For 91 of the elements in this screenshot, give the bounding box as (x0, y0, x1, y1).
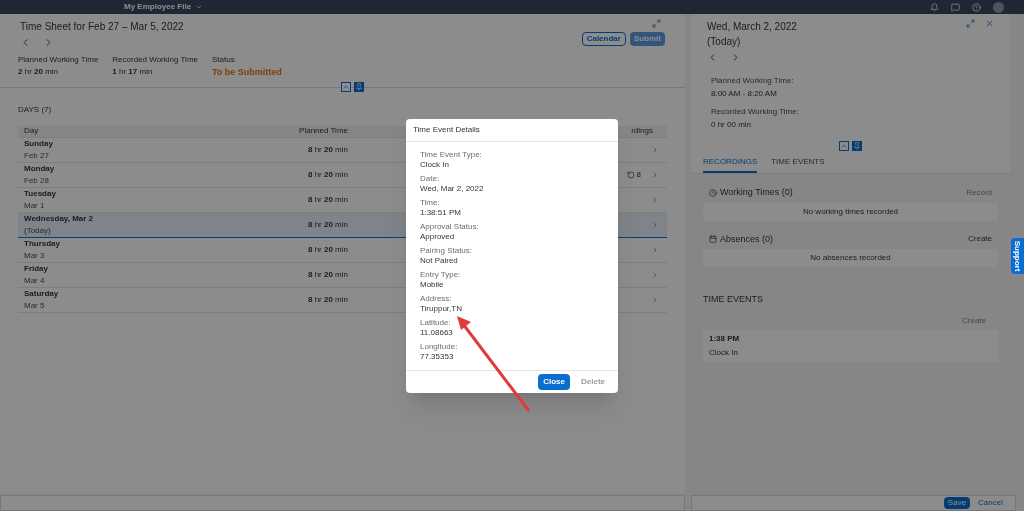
day-name: Sunday (24, 139, 54, 148)
section-action[interactable]: Create (968, 233, 992, 246)
day-name: Monday (24, 164, 56, 173)
planned-time: 8 hr 20 min (306, 220, 348, 229)
dialog-title: Time Event Details (406, 119, 618, 142)
day-name: Tuesday (24, 189, 57, 198)
summary-label: Planned Working Time (18, 54, 99, 66)
recordings-count: 8 (636, 170, 641, 179)
field-value: Mobile (420, 280, 445, 290)
collapse-header-icon[interactable] (839, 141, 849, 151)
caret-icon (195, 3, 204, 11)
field-value: 0 hr 00 min (711, 119, 753, 131)
row-chevron-icon[interactable] (651, 295, 659, 304)
tab[interactable]: TIME EVENTS (771, 153, 825, 173)
recording-icon (626, 170, 635, 179)
field-value: 77.35353 (420, 352, 455, 362)
row-chevron-icon[interactable] (651, 245, 659, 254)
help-icon[interactable] (972, 2, 981, 12)
status-value: To be Submitted (212, 66, 282, 79)
section-title: Working Times (0) (720, 186, 793, 199)
fullscreen-icon[interactable] (652, 19, 661, 28)
day-date: Mar 3 (24, 251, 46, 260)
field-label: Longitude: (420, 342, 459, 352)
row-chevron-icon[interactable] (651, 195, 659, 204)
collapse-header-icon[interactable] (341, 81, 351, 92)
app-title-menu[interactable]: My Employee File (124, 3, 204, 11)
field-label: Recorded Working Time: (711, 106, 800, 118)
summary-label: Status (212, 54, 236, 66)
pin-header-icon[interactable] (354, 81, 364, 92)
pin-header-icon[interactable] (852, 141, 862, 151)
day-date: Mar 4 (24, 276, 46, 285)
close-icon[interactable] (985, 19, 994, 28)
time-events-title: TIME EVENTS (702, 293, 764, 306)
avatar-icon[interactable] (993, 1, 1004, 13)
days-title: DAYS (7) (17, 103, 53, 116)
planned-time: 8 hr 20 min (306, 195, 348, 204)
planned-time: 8 hr 20 min (306, 295, 348, 304)
footer-button[interactable]: Save (943, 497, 971, 509)
field-value: Clock In (420, 160, 450, 170)
row-chevron-icon[interactable] (651, 170, 659, 179)
planned-time: 8 hr 20 min (306, 170, 348, 179)
day-name: Friday (24, 264, 49, 273)
summary-label: Recorded Working Time (112, 54, 198, 66)
field-label: Time Event Type: (420, 150, 483, 160)
field-label: Approval Status: (420, 222, 480, 232)
row-chevron-icon[interactable] (651, 220, 659, 229)
day-date: (Today) (24, 226, 52, 235)
planned-time: 8 hr 20 min (306, 245, 348, 254)
dialog-button[interactable]: Close (538, 374, 570, 390)
day-date: Feb 27 (24, 151, 50, 160)
field-label: Time: (420, 198, 441, 208)
toolbar-button[interactable]: Calendar (581, 32, 626, 46)
empty-message: No absences recorded (703, 249, 998, 267)
empty-message: No working times recorded (703, 202, 998, 221)
chat-icon[interactable] (951, 2, 960, 12)
column-header: rdings (631, 125, 653, 137)
fullscreen-icon[interactable] (966, 19, 975, 28)
field-label: Latitude: (420, 318, 452, 328)
row-chevron-icon[interactable] (651, 270, 659, 279)
day-name: Saturday (24, 289, 60, 298)
planned-time: 8 hr 20 min (306, 270, 348, 279)
field-label: Pairing Status: (420, 246, 474, 256)
field-label: Planned Working Time: (711, 75, 795, 87)
summary-value: 2 hr 20 min (18, 66, 60, 78)
detail-subtitle: (Today) (707, 35, 742, 49)
column-header: Planned Time (298, 125, 348, 137)
clock-icon (709, 188, 717, 197)
notification-icon[interactable] (930, 2, 939, 12)
event-type: Clock In (709, 346, 739, 359)
section-title: Absences (0) (720, 232, 774, 246)
summary-value: 1 hr 17 min (112, 66, 154, 78)
field-label: Address: (420, 294, 453, 304)
row-chevron-icon[interactable] (651, 145, 659, 154)
day-name: Thursday (24, 239, 61, 248)
field-label: Entry Type: (420, 270, 462, 280)
field-label: Date: (420, 174, 441, 184)
absence-icon (709, 235, 717, 244)
support-tab[interactable]: Support (1011, 238, 1024, 274)
field-value: 8:00 AM - 8:20 AM (711, 88, 778, 100)
detail-title: Wed, March 2, 2022 (707, 20, 797, 34)
day-date: Mar 5 (24, 301, 46, 310)
day-date: Mar 1 (24, 201, 46, 210)
field-value: Tiruppur,TN (420, 304, 463, 314)
time-event-item[interactable]: 1:38 PM Clock In (703, 329, 998, 362)
column-header: Day (23, 125, 40, 137)
field-value: 11.08663 (420, 328, 454, 338)
timesheet-title: Time Sheet for Feb 27 – Mar 5, 2022 (20, 20, 184, 34)
planned-time: 8 hr 20 min (306, 145, 348, 154)
day-date: Feb 28 (24, 176, 50, 185)
event-time: 1:38 PM (709, 332, 741, 345)
day-name: Wednesday, Mar 2 (24, 214, 95, 223)
